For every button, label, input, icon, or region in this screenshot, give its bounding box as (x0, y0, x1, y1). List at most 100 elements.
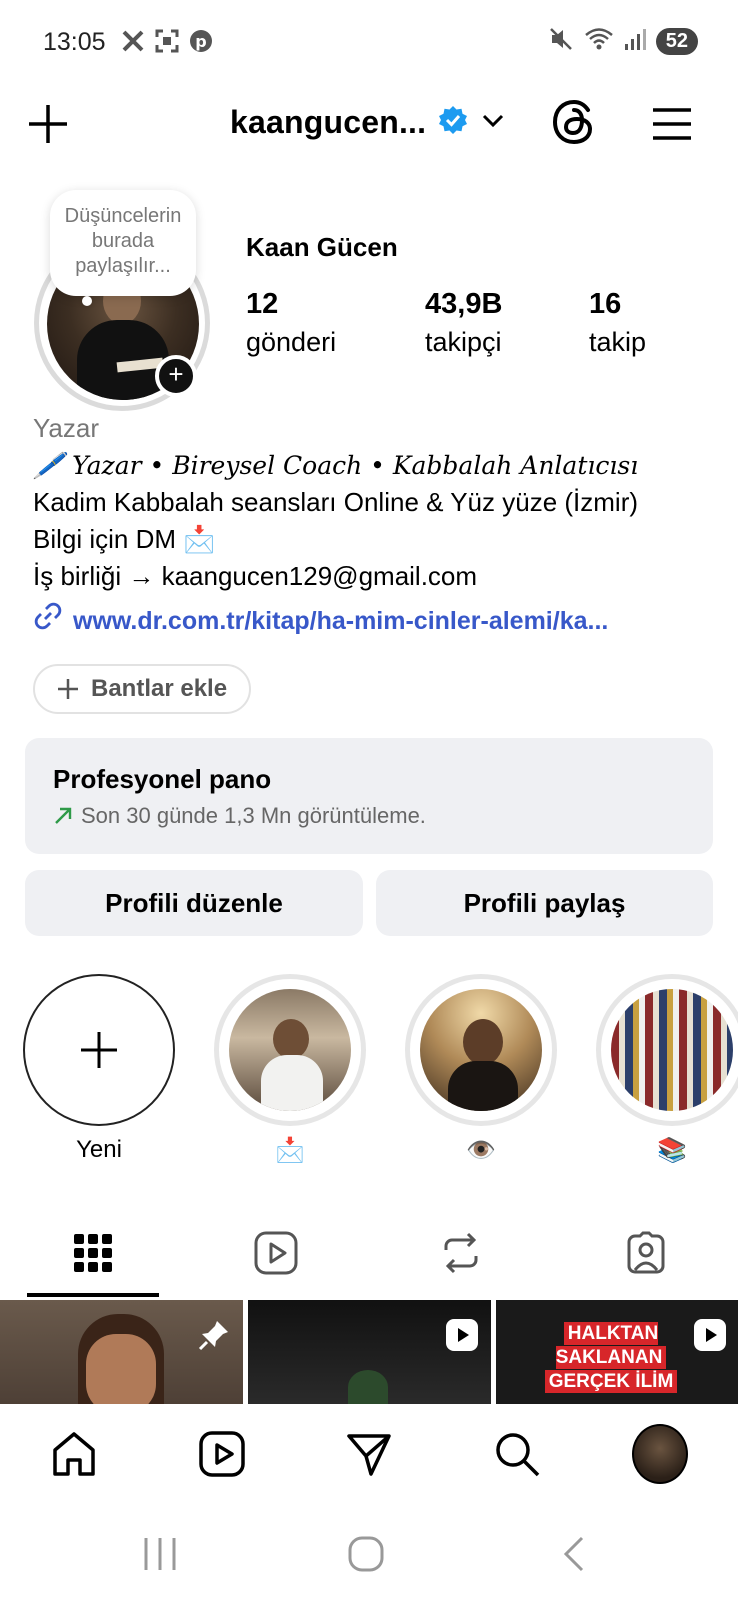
cover-figure-head (273, 1019, 309, 1059)
create-button[interactable] (26, 102, 70, 146)
menu-button[interactable] (650, 102, 694, 146)
screenshot-icon (154, 28, 180, 54)
stat-posts-label: gönderi (246, 327, 337, 357)
recent-apps-button[interactable] (140, 1534, 180, 1574)
nav-search[interactable] (489, 1426, 545, 1482)
post-thumbnail[interactable] (0, 1300, 243, 1404)
tab-reels[interactable] (210, 1212, 342, 1294)
nav-messages[interactable] (341, 1426, 397, 1482)
battery-indicator: 52 (655, 28, 698, 55)
status-time: 13:05 (43, 28, 106, 56)
bio-line-4: İş birliği → kaangucen129@gmail.com (33, 561, 478, 591)
post-thumbnail[interactable]: HALKTAN SAKLANAN GERÇEK İLİM (496, 1300, 738, 1404)
link-icon (33, 601, 63, 642)
highlight-label: Yeni (76, 1136, 122, 1163)
highlight-label: 📩 (275, 1137, 305, 1164)
cover-figure-head (463, 1019, 503, 1065)
tab-reposts[interactable] (395, 1212, 527, 1294)
trend-up-arrow-icon (55, 807, 72, 824)
add-bands-label: Bantlar ekle (91, 675, 228, 702)
reels-icon (199, 1431, 245, 1477)
system-navigation-bar (0, 1504, 738, 1600)
tab-posts-grid[interactable] (27, 1212, 159, 1294)
add-bands-button[interactable]: Bantlar ekle (33, 664, 252, 714)
highlight-cover-image (229, 989, 351, 1111)
note-bubble[interactable]: Düşüncelerin burada paylaşılır... (50, 190, 196, 296)
post-overlay-line-2: GERÇEK İLİM (544, 1370, 678, 1393)
status-bar: 13:05 p 52 (0, 0, 738, 80)
home-icon (53, 1432, 95, 1476)
highlight-item[interactable]: 👁️ (405, 974, 557, 1165)
stat-following[interactable]: 16 takip (589, 288, 646, 358)
posts-grid: HALKTAN SAKLANAN GERÇEK İLİM (0, 1300, 738, 1404)
hamburger-menu-icon (653, 108, 691, 140)
stat-followers[interactable]: 43,9B takipçi (425, 288, 502, 358)
account-switcher[interactable]: kaangucen... (230, 104, 506, 141)
highlight-ring (596, 974, 738, 1126)
post-plant (348, 1370, 388, 1404)
home-circle-icon (348, 1536, 384, 1572)
post-figure-face (86, 1334, 156, 1404)
active-tab-indicator (27, 1293, 159, 1297)
home-system-button[interactable] (346, 1534, 386, 1574)
full-name: Kaan Gücen (246, 232, 398, 262)
note-bubble-tail (82, 296, 92, 306)
professional-dashboard-title: Profesyonel pano (53, 764, 272, 794)
add-story-button[interactable]: + (155, 355, 197, 397)
search-icon (496, 1433, 540, 1477)
bottom-navigation (0, 1404, 738, 1504)
tagged-person-icon (627, 1231, 665, 1274)
bio-line-3: Bilgi için DM 📩 (33, 524, 216, 554)
stat-following-value: 16 (589, 288, 622, 320)
professional-dashboard-subtitle: Son 30 günde 1,3 Mn görüntüleme. (53, 803, 685, 829)
highlight-cover-image (420, 989, 542, 1111)
reels-icon (254, 1231, 298, 1275)
reel-badge-icon (694, 1319, 726, 1351)
cover-figure-body (448, 1061, 518, 1111)
nav-profile[interactable] (632, 1424, 688, 1484)
highlight-label: 📚 (657, 1137, 687, 1164)
status-system-icons: 52 (548, 26, 698, 57)
svg-text:p: p (195, 32, 206, 51)
highlight-label: 👁️ (466, 1137, 496, 1164)
highlight-cover-image (611, 989, 733, 1111)
highlight-new[interactable]: Yeni (23, 974, 175, 1164)
bio-line-1: 🖊️ Yazar • Bireysel Coach • Kabbalah Anl… (33, 451, 639, 480)
back-button[interactable] (556, 1534, 596, 1574)
threads-icon (552, 99, 593, 145)
highlight-ring (214, 974, 366, 1126)
username: kaangucen... (230, 104, 427, 140)
stat-posts[interactable]: 12 gönderi (246, 288, 336, 358)
stat-followers-label: takipçi (425, 327, 502, 357)
tab-tagged[interactable] (580, 1212, 712, 1294)
highlight-item[interactable]: 📚 (596, 974, 738, 1165)
bio-link[interactable]: www.dr.com.tr/kitap/ha-mim-cinler-alemi/… (33, 601, 723, 642)
highlight-item[interactable]: 📩 (214, 974, 366, 1165)
share-profile-button[interactable]: Profili paylaş (376, 870, 713, 936)
post-overlay-text: HALKTAN SAKLANAN GERÇEK İLİM (516, 1322, 706, 1394)
professional-dashboard-card[interactable]: Profesyonel pano Son 30 günde 1,3 Mn gör… (25, 738, 713, 854)
chevron-down-icon (480, 107, 506, 138)
post-thumbnail[interactable] (248, 1300, 491, 1404)
recent-apps-icon (144, 1538, 176, 1570)
bio-line-2: Kadim Kabbalah seansları Online & Yüz yü… (33, 487, 639, 517)
post-overlay-line-1: HALKTAN SAKLANAN (555, 1322, 667, 1369)
nav-home[interactable] (46, 1426, 102, 1482)
highlight-ring (405, 974, 557, 1126)
profile-content-tabs (0, 1212, 738, 1300)
direct-message-icon (347, 1434, 391, 1476)
plus-icon (81, 1032, 117, 1068)
stat-followers-value: 43,9B (425, 288, 503, 320)
pinned-icon (198, 1321, 228, 1351)
edit-profile-button[interactable]: Profili düzenle (25, 870, 363, 936)
repost-icon (444, 1232, 478, 1274)
bio-category: Yazar (33, 413, 99, 443)
profile-top-bar: kaangucen... (0, 90, 738, 160)
mute-icon (548, 26, 574, 57)
profile-avatar-icon (632, 1424, 688, 1484)
back-arrow-icon (563, 1536, 584, 1572)
nav-reels[interactable] (194, 1426, 250, 1482)
plus-icon (29, 105, 67, 143)
bio: Yazar 🖊️ Yazar • Bireysel Coach • Kabbal… (33, 410, 723, 642)
threads-button[interactable] (550, 98, 598, 146)
